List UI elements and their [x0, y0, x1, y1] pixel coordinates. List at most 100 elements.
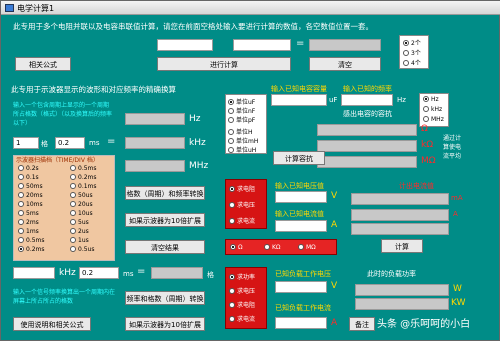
cap-unit-nf[interactable]: 单位nF — [228, 106, 255, 115]
watermark: 头条 @乐呵呵的小白 — [377, 319, 471, 330]
cap-unit-uf[interactable]: 单位uF — [228, 97, 255, 106]
calc-reactance-button[interactable]: 计算容抗 — [273, 151, 325, 165]
top-description: 此专用于多个电阻并联以及电容串联值计算，请您在前面空格处输入要进行计算的数值，各… — [13, 22, 373, 31]
unit-v-2: V — [331, 281, 338, 291]
window-title: 电学计算1 — [17, 4, 55, 13]
range-1us[interactable]: 1us — [70, 237, 89, 244]
unit-a: A — [331, 220, 338, 230]
range-10ms[interactable]: 10ms — [18, 201, 43, 208]
mode-p-voltage[interactable]: 求电压 — [229, 286, 255, 295]
result-header: 计出电流值 — [399, 182, 434, 190]
range-5us[interactable]: 5us — [70, 219, 89, 226]
r-input-1[interactable] — [157, 39, 213, 51]
range-0.1s[interactable]: 0.1s — [18, 174, 39, 181]
ohm-mode-panel: 求电阻 求电压 求电流 — [225, 179, 267, 229]
reactance-ohm — [317, 124, 417, 136]
range-0.5ms-b[interactable]: 0.5ms — [70, 165, 97, 172]
range-50us[interactable]: 50us — [70, 192, 93, 199]
range-0.2ms[interactable]: 0.2ms — [18, 246, 45, 253]
count-4[interactable]: 4个 — [403, 58, 421, 67]
freq-ms-input[interactable]: 0.2 — [79, 267, 119, 279]
equals-sign-3: = — [137, 266, 146, 277]
ohm-calc-button[interactable]: 计算 — [381, 239, 423, 253]
p-current-label: 已知负载工作电流 — [275, 304, 331, 312]
usage-button[interactable]: 使用说明和相关公式 — [13, 317, 91, 331]
unit-hz: Hz — [189, 114, 201, 124]
voltage-input[interactable] — [275, 191, 327, 203]
ohm-unit-ohm[interactable]: Ω — [230, 244, 243, 251]
label-ge: 格 — [41, 140, 48, 148]
range-20ms[interactable]: 20ms — [18, 192, 43, 199]
power-header: 此时的负载功率 — [367, 270, 416, 278]
time-div-title: 示波器扫描档（TIME/DIV 档） — [16, 157, 99, 164]
count-3[interactable]: 3个 — [403, 48, 421, 57]
result-extra — [351, 223, 449, 235]
unit-mohm: MΩ — [421, 156, 436, 166]
ind-unit-uh[interactable]: 单位uH — [228, 145, 256, 154]
freq-unit-mhz[interactable]: MHz — [423, 116, 444, 123]
scope-instruction: 输入一个包含周期上显示的一个周期所占格数（格式）（以及换算后的频率以下） — [13, 102, 113, 127]
mode-power[interactable]: 求功率 — [229, 272, 255, 281]
cap-unit-pf[interactable]: 单位pF — [228, 115, 255, 124]
scope-10x-button-b[interactable]: 如果示波器为10倍扩展 — [125, 317, 205, 331]
result-ma — [351, 193, 449, 205]
range-2us[interactable]: 2us — [70, 228, 89, 235]
note-button[interactable]: 备注 — [349, 317, 375, 331]
freq-unit-hz[interactable]: Hz — [423, 96, 439, 103]
count-2[interactable]: 2个 — [403, 38, 421, 47]
range-2ms[interactable]: 2ms — [18, 219, 39, 226]
range-0.5us[interactable]: 0.5us — [70, 246, 94, 253]
clear-results-button[interactable]: 清空结果 — [125, 240, 205, 254]
mode-p-resistance[interactable]: 求电阻 — [229, 300, 255, 309]
current-input[interactable] — [275, 220, 327, 232]
calc-button[interactable]: 进行计算 — [157, 57, 291, 71]
reactance-kohm — [317, 140, 417, 152]
unit-ohm: Ω — [421, 124, 428, 134]
p-voltage-input[interactable] — [275, 281, 327, 293]
ohm-unit-kohm[interactable]: KΩ — [264, 244, 281, 251]
scope-heading: 此专用于示波器显示的波形和对应频率的精确换算 — [11, 85, 176, 94]
equals-sign-2: = — [107, 136, 116, 147]
ind-unit-mh[interactable]: 单位mH — [228, 136, 258, 145]
label-ms: ms — [89, 139, 100, 147]
current-label: 输入已知电流值 — [275, 210, 324, 218]
range-0.1ms[interactable]: 0.1ms — [70, 183, 97, 190]
ind-unit-h[interactable]: 单位H — [228, 127, 253, 136]
freq-unit-khz[interactable]: kHz — [423, 106, 442, 113]
freq-to-ge-button[interactable]: 频率和格数（周期）转换 — [125, 291, 205, 305]
range-5ms[interactable]: 5ms — [18, 210, 39, 217]
cap-input[interactable] — [271, 94, 327, 106]
mode-voltage[interactable]: 求电压 — [229, 200, 255, 209]
range-0.2s[interactable]: 0.2s — [18, 165, 39, 172]
unit-hz-2: Hz — [397, 96, 406, 104]
freq-input[interactable] — [13, 267, 55, 279]
hz-input[interactable] — [341, 94, 393, 106]
hz-result — [125, 113, 185, 125]
range-0.2ms-b[interactable]: 0.2ms — [70, 174, 97, 181]
formula-button[interactable]: 相关公式 — [15, 57, 71, 71]
r-result — [309, 39, 381, 51]
voltage-label: 输入已知电压值 — [275, 182, 324, 190]
mode-p-current[interactable]: 求电流 — [229, 314, 255, 323]
range-10us[interactable]: 10us — [70, 210, 93, 217]
convert-freq-button[interactable]: 格数（周期）和频率转换 — [125, 186, 205, 200]
mode-current[interactable]: 求电流 — [229, 216, 255, 225]
ohm-unit-mohm[interactable]: MΩ — [298, 244, 316, 251]
mode-resistance[interactable]: 求电阻 — [229, 184, 255, 193]
r-input-2[interactable] — [233, 39, 291, 51]
range-0.5ms[interactable]: 0.5ms — [18, 237, 45, 244]
ms-input[interactable]: 0.2 — [55, 137, 85, 149]
clear-button[interactable]: 清空 — [309, 57, 381, 71]
range-50ms[interactable]: 50ms — [18, 183, 43, 190]
unit-ma: mA — [451, 194, 463, 202]
range-1ms[interactable]: 1ms — [18, 228, 39, 235]
scope-10x-button-a[interactable]: 如果示波器为10倍扩展 — [125, 213, 205, 227]
freq-heading: 输入已知的频率 — [343, 85, 392, 93]
unit-mhz: MHz — [189, 161, 209, 171]
reactance-note: 感出电容的容抗 — [343, 110, 392, 118]
range-20us[interactable]: 20us — [70, 201, 93, 208]
p-current-input[interactable] — [275, 317, 327, 329]
freq-ms-label: ms — [123, 270, 134, 278]
p-voltage-label: 已知负载工作电压 — [275, 270, 331, 278]
ge-input[interactable]: 1 — [13, 137, 39, 149]
